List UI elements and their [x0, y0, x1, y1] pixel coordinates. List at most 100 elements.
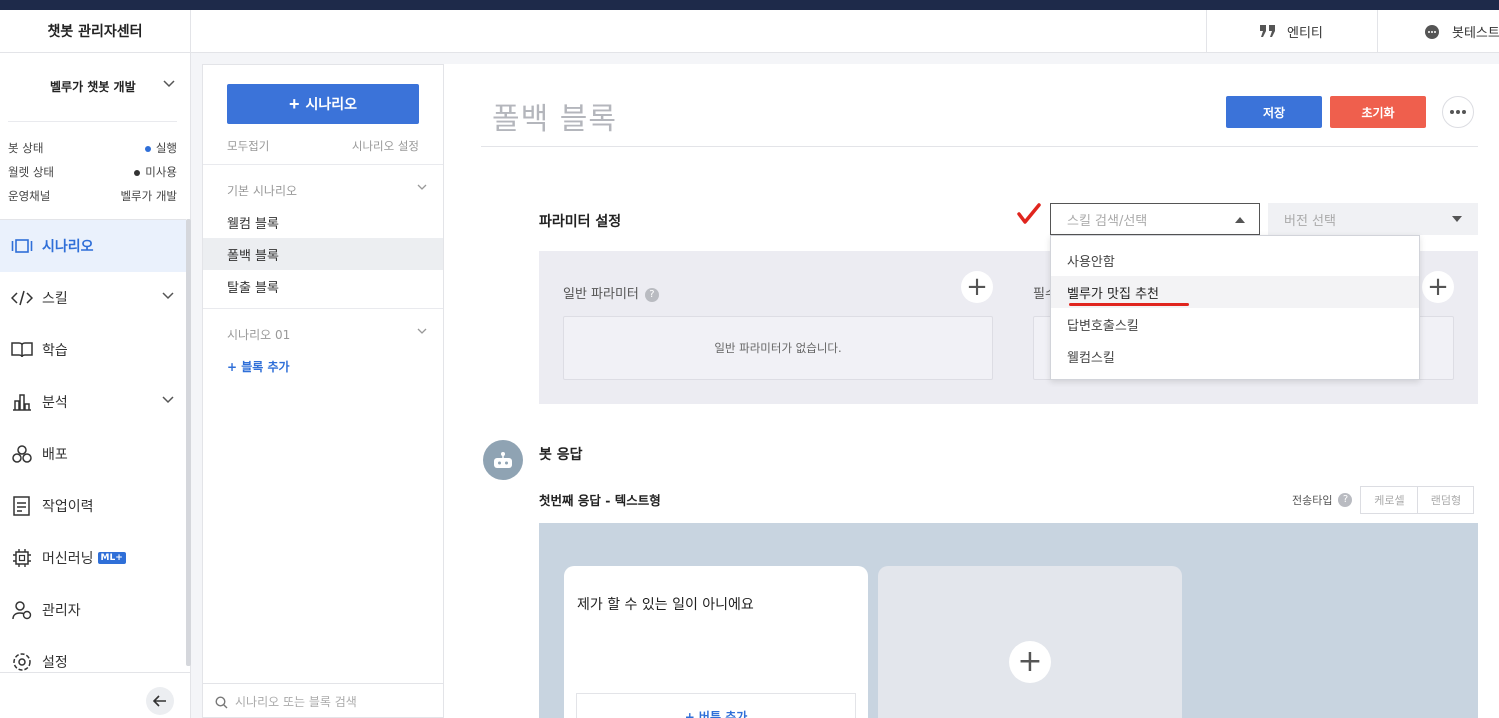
- nav-item-learning[interactable]: 학습: [0, 324, 186, 376]
- plus-icon: +: [288, 94, 300, 114]
- add-scenario-button[interactable]: + 시나리오: [227, 84, 419, 124]
- skill-option-highlighted[interactable]: 벨루가 맛집 추천: [1051, 276, 1419, 308]
- plus-icon: +: [966, 272, 988, 302]
- divider: [203, 308, 443, 309]
- info-value: 실행: [144, 140, 177, 156]
- scenario-group-default[interactable]: 기본 시나리오: [227, 182, 427, 199]
- help-icon[interactable]: ?: [1338, 493, 1353, 507]
- response-subtitle: 첫번째 응답 - 텍스트형: [539, 493, 661, 508]
- sidebar-scrollbar[interactable]: [186, 219, 191, 666]
- send-type-carousel[interactable]: 케로셀: [1361, 487, 1418, 513]
- block-item-welcome[interactable]: 웰컴 블록: [203, 206, 443, 238]
- left-sidebar: 벨루가 챗봇 개발 봇 상태 실행 월렛 상태 미사용 운영채널 벨루가 개발 …: [0, 53, 191, 718]
- info-label: 월렛 상태: [8, 165, 54, 179]
- caret-up-icon: [1235, 217, 1245, 223]
- skill-option-label: 벨루가 맛집 추천: [1067, 286, 1159, 302]
- nav-label: 시나리오: [42, 239, 94, 255]
- save-button[interactable]: 저장: [1226, 96, 1322, 128]
- info-row-wallet: 월렛 상태 미사용: [8, 160, 177, 184]
- info-row-status: 봇 상태 실행: [8, 136, 177, 160]
- info-row-channel: 운영채널 벨루가 개발: [8, 184, 177, 208]
- nav-item-skill[interactable]: 스킬: [0, 272, 186, 324]
- deploy-icon: [12, 445, 32, 463]
- scenario-search[interactable]: 시나리오 또는 블록 검색: [203, 683, 443, 718]
- add-general-param-button[interactable]: +: [961, 271, 993, 303]
- send-type-toggle: 케로셀 랜덤형: [1360, 486, 1475, 514]
- entity-button[interactable]: 엔티티: [1206, 10, 1377, 52]
- channel-value: 벨루가 개발: [120, 189, 177, 203]
- response-area: 제가 할 수 있는 일이 아니에요 + 버튼 추가 +: [539, 523, 1478, 718]
- block-item-fallback[interactable]: 폴백 블록: [203, 238, 443, 270]
- version-select[interactable]: 버전 선택: [1268, 203, 1478, 235]
- chevron-down-icon: [417, 184, 427, 190]
- general-param-title: 일반 파라미터?: [563, 283, 659, 302]
- group-label: 시나리오 01: [227, 328, 291, 342]
- search-icon: [215, 696, 228, 709]
- dot-icon: [1456, 110, 1460, 114]
- chip-icon: [13, 549, 31, 567]
- version-select-placeholder: 버전 선택: [1284, 213, 1336, 229]
- more-options-button[interactable]: [1442, 96, 1474, 128]
- scenario-settings-link[interactable]: 시나리오 설정: [352, 138, 419, 154]
- bot-response-title: 봇 응답: [539, 447, 583, 463]
- nav-item-deploy[interactable]: 배포: [0, 428, 186, 480]
- nav-item-analysis[interactable]: 분석: [0, 376, 186, 428]
- skill-option[interactable]: 답변호출스킬: [1051, 308, 1419, 340]
- general-param-label: 일반 파라미터: [563, 287, 639, 302]
- skill-option[interactable]: 사용안함: [1051, 244, 1419, 276]
- add-response-card[interactable]: +: [878, 566, 1182, 718]
- skill-select-placeholder: 스킬 검색/선택: [1067, 213, 1148, 229]
- add-button-button[interactable]: + 버튼 추가: [576, 693, 856, 718]
- nav-label: 머신러닝: [42, 551, 94, 567]
- add-scenario-label: 시나리오: [305, 96, 358, 112]
- send-type-random[interactable]: 랜덤형: [1417, 487, 1474, 513]
- plus-icon: +: [1017, 644, 1043, 679]
- bottest-button[interactable]: 봇테스트: [1377, 10, 1499, 52]
- skill-option[interactable]: 웰컴스킬: [1051, 340, 1419, 372]
- add-response-button[interactable]: +: [1009, 641, 1051, 683]
- help-icon[interactable]: ?: [644, 287, 659, 302]
- response-text[interactable]: 제가 할 수 있는 일이 아니에요: [577, 594, 754, 614]
- dot-icon: [1450, 110, 1454, 114]
- caret-down-icon: [1452, 216, 1462, 222]
- reset-button[interactable]: 초기화: [1330, 96, 1426, 128]
- plus-icon: +: [1427, 272, 1449, 302]
- nav-label: 스킬: [42, 291, 68, 307]
- scenario-group-01[interactable]: 시나리오 01: [227, 326, 427, 343]
- sidebar-collapse-button[interactable]: [146, 687, 174, 715]
- send-type: 전송타입 ? 케로셀 랜덤형: [1292, 486, 1475, 514]
- add-block-link[interactable]: + 블록 추가: [227, 358, 290, 375]
- nav-label: 관리자: [42, 603, 81, 619]
- nav-item-scenario[interactable]: 시나리오: [0, 220, 186, 272]
- nav-item-admin[interactable]: 관리자: [0, 584, 186, 636]
- nav-label: 작업이력: [42, 499, 94, 515]
- general-param-empty: 일반 파라미터가 없습니다.: [563, 316, 993, 380]
- nav-item-ml[interactable]: 머신러닝 ML+: [0, 532, 186, 584]
- status-value: 실행: [155, 141, 177, 155]
- info-label: 봇 상태: [8, 141, 44, 155]
- bot-selector[interactable]: 벨루가 챗봇 개발: [0, 53, 191, 120]
- underline-annotation: [1069, 303, 1189, 306]
- arrow-left-icon: [153, 695, 166, 707]
- checkmark-annotation-icon: [1017, 203, 1041, 224]
- page-title: 폴백 블록: [492, 102, 617, 137]
- scenario-icon: [11, 239, 33, 253]
- nav-item-history[interactable]: 작업이력: [0, 480, 186, 532]
- collapse-all-link[interactable]: 모두접기: [227, 138, 269, 154]
- history-icon: [13, 496, 30, 516]
- robot-icon: [494, 452, 512, 468]
- add-required-param-button[interactable]: +: [1422, 271, 1454, 303]
- send-type-label: 전송타입: [1292, 494, 1333, 507]
- app-header: 챗봇 관리자센터 엔티티 봇테스트: [0, 10, 1499, 53]
- quote-icon: [1260, 25, 1275, 37]
- response-card[interactable]: 제가 할 수 있는 일이 아니에요 + 버튼 추가: [564, 566, 868, 718]
- skill-select[interactable]: 스킬 검색/선택: [1050, 203, 1260, 235]
- group-label: 기본 시나리오: [227, 184, 298, 198]
- bot-avatar: [483, 440, 523, 480]
- info-label: 운영채널: [8, 189, 51, 203]
- dot-icon: [1462, 110, 1466, 114]
- block-item-exit[interactable]: 탈출 블록: [203, 270, 443, 302]
- divider: [481, 146, 1478, 147]
- info-value: 미사용: [134, 164, 177, 180]
- status-dot-icon: [134, 169, 141, 176]
